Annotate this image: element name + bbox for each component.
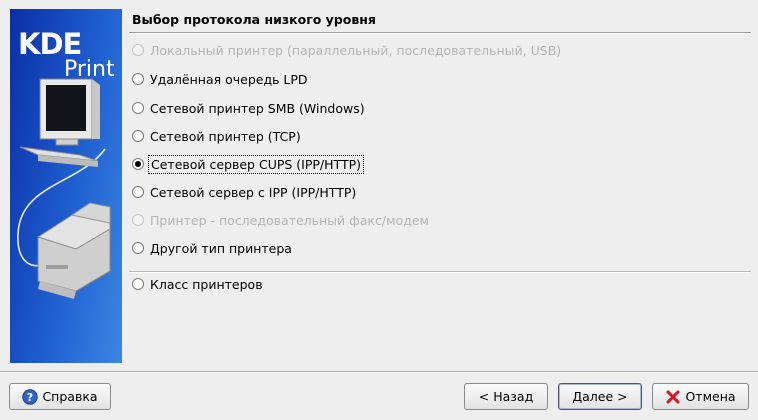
- option-ipp-server[interactable]: Сетевой сервер с IPP (IPP/HTTP): [132, 182, 356, 202]
- help-button-label: Справка: [42, 389, 98, 404]
- kde-print-side-panel: KDE Print: [10, 9, 122, 363]
- cancel-button[interactable]: Отмена: [652, 383, 749, 410]
- option-label: Сетевой сервер CUPS (IPP/HTTP): [147, 154, 365, 174]
- radio-printer-class[interactable]: [132, 278, 144, 290]
- next-button-label: Далее >: [572, 389, 628, 404]
- radio-smb-printer[interactable]: [132, 102, 144, 114]
- option-label: Класс принтеров: [150, 276, 263, 292]
- radio-other-printer[interactable]: [132, 242, 144, 254]
- option-label: Сетевой принтер (TCP): [150, 128, 301, 144]
- option-label: Сетевой сервер с IPP (IPP/HTTP): [150, 184, 357, 200]
- option-label: Удалённая очередь LPD: [150, 71, 308, 87]
- options-divider: [129, 271, 751, 273]
- svg-text:?: ?: [27, 391, 33, 404]
- help-button[interactable]: ? Справка: [9, 383, 111, 410]
- option-smb-printer[interactable]: Сетевой принтер SMB (Windows): [132, 98, 365, 118]
- option-local-printer[interactable]: Локальный принтер (параллельный, последо…: [132, 40, 561, 60]
- option-label: Другой тип принтера: [150, 240, 292, 256]
- kde-logo-text: KDE: [18, 27, 82, 61]
- radio-tcp-printer[interactable]: [132, 130, 144, 142]
- button-bar-divider: [0, 371, 758, 373]
- radio-fax-modem[interactable]: [132, 214, 144, 226]
- radio-ipp-server[interactable]: [132, 186, 144, 198]
- title-divider: [129, 32, 751, 34]
- help-icon: ?: [22, 388, 39, 405]
- option-tcp-printer[interactable]: Сетевой принтер (TCP): [132, 126, 301, 146]
- option-label: Сетевой принтер SMB (Windows): [150, 100, 365, 116]
- radio-remote-lpd[interactable]: [132, 73, 144, 85]
- cancel-button-label: Отмена: [685, 389, 736, 404]
- back-button-label: < Назад: [478, 389, 534, 404]
- option-remote-lpd[interactable]: Удалённая очередь LPD: [132, 69, 308, 89]
- cancel-icon: [666, 390, 680, 403]
- radio-local-printer[interactable]: [132, 44, 144, 56]
- back-button[interactable]: < Назад: [464, 383, 548, 410]
- option-printer-class[interactable]: Класс принтеров: [132, 274, 263, 294]
- next-button[interactable]: Далее >: [558, 383, 642, 410]
- radio-cups-server[interactable]: [132, 158, 144, 170]
- page-title: Выбор протокола низкого уровня: [132, 12, 376, 27]
- option-cups-server[interactable]: Сетевой сервер CUPS (IPP/HTTP): [132, 154, 365, 174]
- print-logo-text: Print: [64, 57, 115, 82]
- option-label: Принтер - последовательный факс/модем: [150, 212, 429, 228]
- option-fax-modem[interactable]: Принтер - последовательный факс/модем: [132, 210, 429, 230]
- option-other-printer[interactable]: Другой тип принтера: [132, 238, 292, 258]
- option-label: Локальный принтер (параллельный, последо…: [150, 42, 562, 58]
